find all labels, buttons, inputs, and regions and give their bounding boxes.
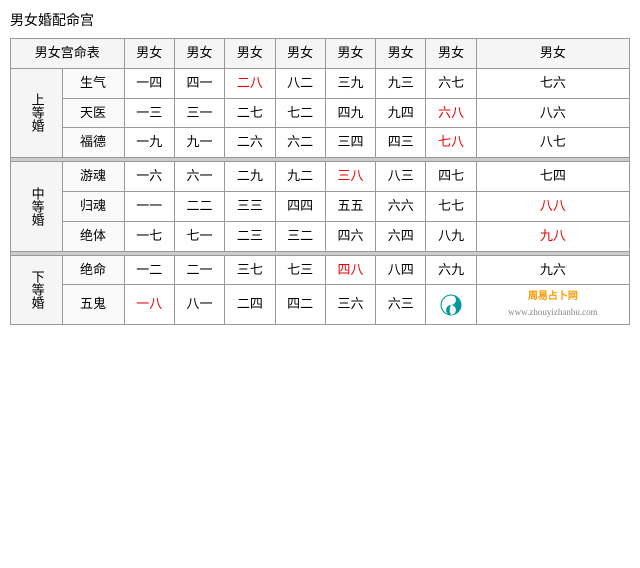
data-cell: 九一: [174, 128, 224, 158]
data-cell: 四一: [174, 68, 224, 98]
data-cell: 二七: [225, 98, 275, 128]
sub-label: 福德: [62, 128, 124, 158]
data-cell: 九六: [476, 255, 629, 285]
data-cell: 一二: [124, 255, 174, 285]
data-cell: 六一: [174, 162, 224, 192]
table-header-row: 男女宫命表 男女 男女 男女 男女 男女 男女 男女 男女: [11, 39, 630, 69]
data-cell: 三六: [325, 285, 375, 324]
data-cell: 八六: [476, 98, 629, 128]
data-cell: 三四: [325, 128, 375, 158]
sub-label: 天医: [62, 98, 124, 128]
data-cell: 六二: [275, 128, 325, 158]
data-cell: 四八: [325, 255, 375, 285]
header-col-5: 男女: [325, 39, 375, 69]
data-cell: 四二: [275, 285, 325, 324]
data-cell: 二四: [225, 285, 275, 324]
sub-label: 五鬼: [62, 285, 124, 324]
table-row: 中等婚游魂一六六一二九九二三八八三四七七四: [11, 162, 630, 192]
data-cell: 一八: [124, 285, 174, 324]
table-row: 福德一九九一二六六二三四四三七八八七: [11, 128, 630, 158]
data-cell: 一九: [124, 128, 174, 158]
data-cell: 三一: [174, 98, 224, 128]
data-cell: 二六: [225, 128, 275, 158]
data-cell: 三七: [225, 255, 275, 285]
data-cell: 一六: [124, 162, 174, 192]
group-label: 下等婚: [11, 255, 63, 324]
data-cell: 一三: [124, 98, 174, 128]
data-cell: 八八: [476, 191, 629, 221]
data-cell: 四六: [325, 221, 375, 251]
data-cell: 三九: [325, 68, 375, 98]
data-cell: 一四: [124, 68, 174, 98]
header-col-6: 男女: [376, 39, 426, 69]
marriage-table: 男女宫命表 男女 男女 男女 男女 男女 男女 男女 男女 上等婚生气一四四一二…: [10, 38, 630, 325]
data-cell: 六三: [376, 285, 426, 324]
logo-cell: [426, 285, 476, 324]
table-row: 五鬼一八八一二四四二三六六三 周易占卜网www.zhouyizhanbu.com: [11, 285, 630, 324]
header-col-1: 男女: [124, 39, 174, 69]
data-cell: 六四: [376, 221, 426, 251]
data-cell: 八一: [174, 285, 224, 324]
table-row: 归魂一一二二三三四四五五六六七七八八: [11, 191, 630, 221]
data-cell: 八二: [275, 68, 325, 98]
data-cell: 八三: [376, 162, 426, 192]
data-cell: 一一: [124, 191, 174, 221]
group-label: 中等婚: [11, 162, 63, 251]
data-cell: 四四: [275, 191, 325, 221]
data-cell: 三八: [325, 162, 375, 192]
data-cell: 九八: [476, 221, 629, 251]
data-cell: 六七: [426, 68, 476, 98]
data-cell: 七六: [476, 68, 629, 98]
data-cell: 九二: [275, 162, 325, 192]
data-cell: 三二: [275, 221, 325, 251]
data-cell: 七二: [275, 98, 325, 128]
data-cell: 四七: [426, 162, 476, 192]
sub-label: 绝体: [62, 221, 124, 251]
data-cell: 四九: [325, 98, 375, 128]
data-cell: 二二: [174, 191, 224, 221]
table-row: 上等婚生气一四四一二八八二三九九三六七七六: [11, 68, 630, 98]
data-cell: 六九: [426, 255, 476, 285]
data-cell: 六八: [426, 98, 476, 128]
data-cell: 七一: [174, 221, 224, 251]
data-cell: 七七: [426, 191, 476, 221]
data-cell: 二八: [225, 68, 275, 98]
header-col-2: 男女: [174, 39, 224, 69]
sub-label: 生气: [62, 68, 124, 98]
data-cell: 二九: [225, 162, 275, 192]
sub-label: 绝命: [62, 255, 124, 285]
table-row: 下等婚绝命一二二一三七七三四八八四六九九六: [11, 255, 630, 285]
data-cell: 六六: [376, 191, 426, 221]
data-cell: 七四: [476, 162, 629, 192]
data-cell: 二三: [225, 221, 275, 251]
data-cell: 九三: [376, 68, 426, 98]
data-cell: 八七: [476, 128, 629, 158]
data-cell: 九四: [376, 98, 426, 128]
table-row: 绝体一七七一二三三二四六六四八九九八: [11, 221, 630, 251]
table-row: 天医一三三一二七七二四九九四六八八六: [11, 98, 630, 128]
watermark-cell: 周易占卜网www.zhouyizhanbu.com: [476, 285, 629, 324]
header-col-3: 男女: [225, 39, 275, 69]
data-cell: 二一: [174, 255, 224, 285]
data-cell: 一七: [124, 221, 174, 251]
header-col-8: 男女: [476, 39, 629, 69]
data-cell: 八四: [376, 255, 426, 285]
data-cell: 五五: [325, 191, 375, 221]
sub-label: 归魂: [62, 191, 124, 221]
data-cell: 八九: [426, 221, 476, 251]
data-cell: 三三: [225, 191, 275, 221]
data-cell: 四三: [376, 128, 426, 158]
data-cell: 七三: [275, 255, 325, 285]
data-cell: 七八: [426, 128, 476, 158]
header-col-4: 男女: [275, 39, 325, 69]
group-label: 上等婚: [11, 68, 63, 157]
sub-label: 游魂: [62, 162, 124, 192]
page-title: 男女婚配命宫: [10, 10, 630, 30]
header-col-7: 男女: [426, 39, 476, 69]
header-label: 男女宫命表: [11, 39, 125, 69]
